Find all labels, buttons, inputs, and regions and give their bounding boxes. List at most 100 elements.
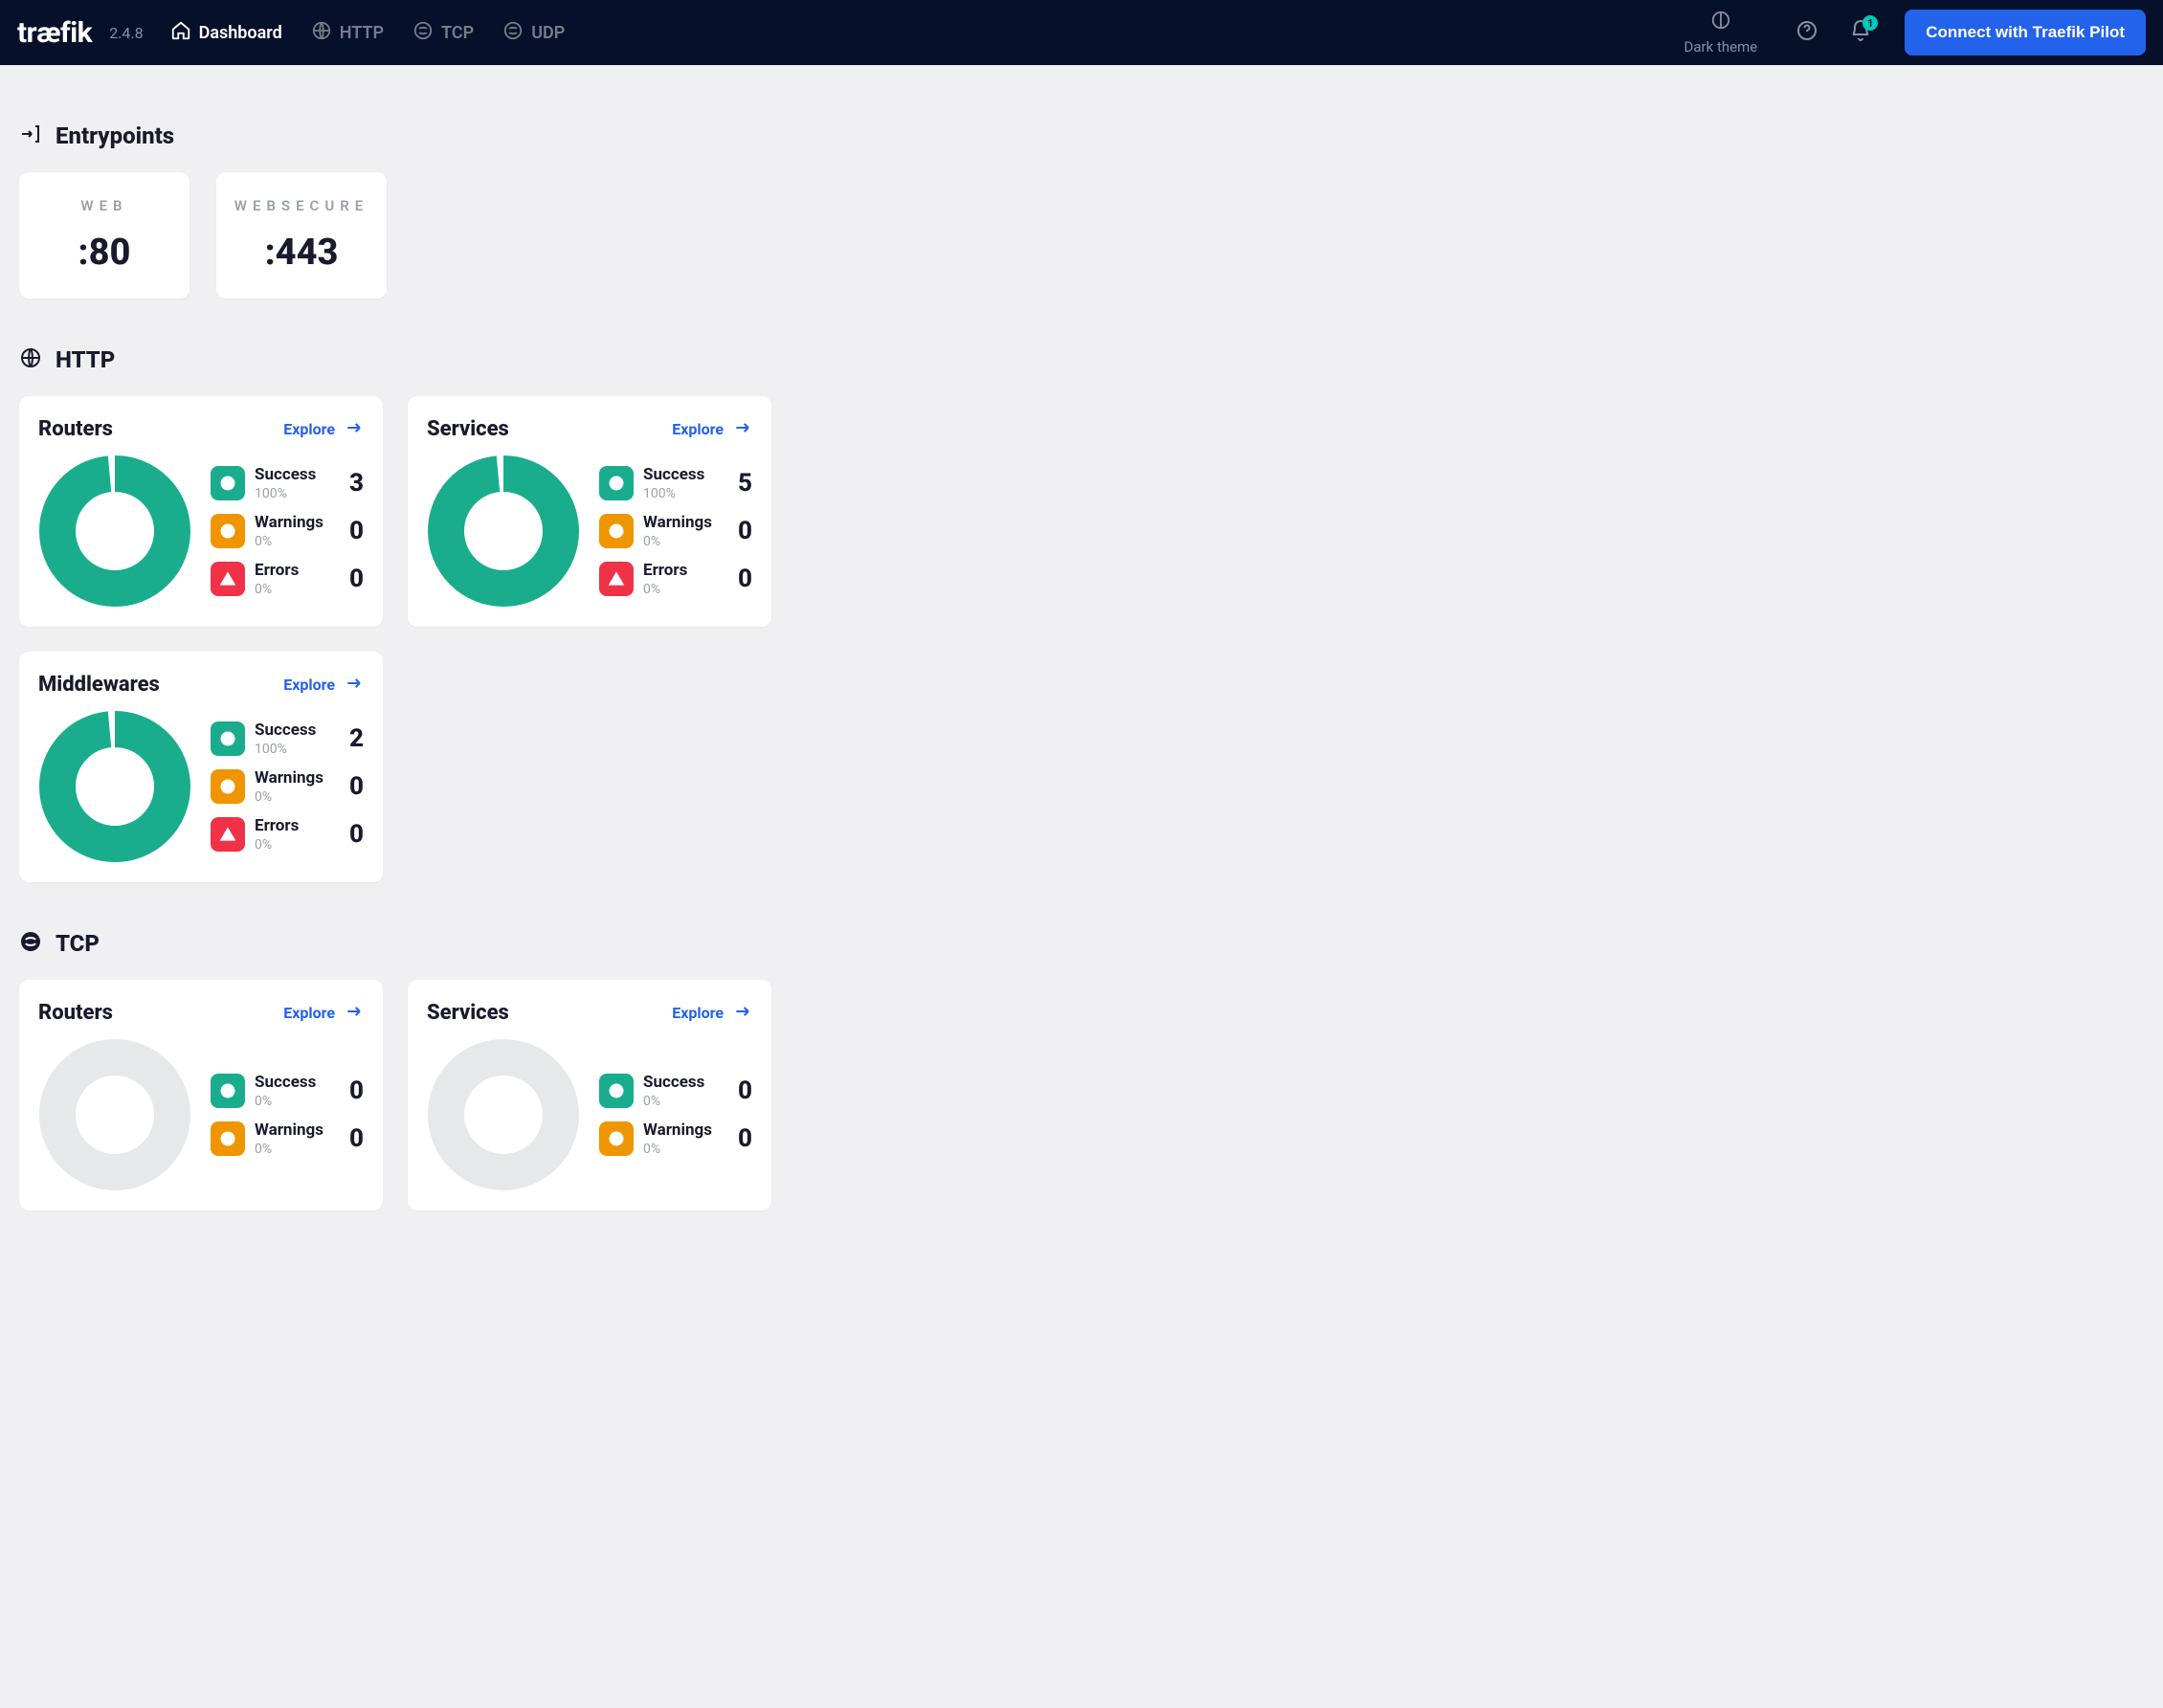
- stat-label: Success: [255, 465, 340, 484]
- help-button[interactable]: [1795, 19, 1818, 46]
- card-title: Middlewares: [38, 673, 160, 697]
- stats-card: Routers Explore Success 0% 0 Warnings 0%…: [19, 980, 383, 1210]
- version-label: 2.4.8: [109, 24, 143, 42]
- nav-http-label: HTTP: [340, 23, 384, 43]
- stat-row-errors: Errors 0% 0: [211, 561, 364, 597]
- nav-tcp[interactable]: TCP: [413, 20, 474, 46]
- stat-row-success: Success 100% 5: [599, 465, 752, 501]
- success-icon: [599, 1074, 634, 1108]
- errors-icon: [599, 562, 634, 596]
- arrow-right-icon: [345, 674, 364, 697]
- stat-label: Success: [643, 465, 728, 484]
- donut-chart: [38, 455, 191, 608]
- stat-label: Warnings: [255, 768, 340, 787]
- page-content: Entrypoints WEB :80 WEBSECURE :443 HTTP …: [0, 65, 1177, 1239]
- stat-row-success: Success 100% 2: [211, 721, 364, 757]
- donut-chart: [38, 1038, 191, 1191]
- stat-percent: 0%: [643, 1094, 728, 1109]
- stat-percent: 0%: [255, 534, 340, 549]
- explore-label: Explore: [283, 676, 335, 694]
- stat-percent: 0%: [643, 582, 728, 597]
- warnings-icon: [599, 1121, 634, 1156]
- nav-udp[interactable]: UDP: [502, 20, 565, 46]
- stat-count: 2: [349, 724, 364, 753]
- explore-link[interactable]: Explore: [283, 1002, 364, 1025]
- stat-row-success: Success 0% 0: [211, 1073, 364, 1109]
- stat-count: 0: [349, 1076, 364, 1105]
- stats-card: Services Explore Success 100% 5 Warnings…: [408, 396, 771, 627]
- tcp-cards-grid: Routers Explore Success 0% 0 Warnings 0%…: [19, 980, 1158, 1210]
- section-http-title: HTTP: [56, 346, 115, 373]
- entrypoint-port: :80: [78, 232, 131, 274]
- topbar: træfik 2.4.8 Dashboard HTTP TCP UDP: [0, 0, 2163, 65]
- explore-link[interactable]: Explore: [672, 1002, 752, 1025]
- theme-toggle[interactable]: Dark theme: [1684, 10, 1758, 55]
- stat-label: Errors: [255, 816, 340, 835]
- stat-row-warnings: Warnings 0% 0: [599, 1120, 752, 1157]
- stat-label: Warnings: [255, 513, 340, 532]
- stat-label: Success: [255, 1073, 340, 1092]
- stat-percent: 100%: [255, 486, 340, 501]
- entrypoint-card[interactable]: WEBSECURE :443: [216, 172, 387, 299]
- stats-card: Middlewares Explore Success 100% 2 Warni…: [19, 652, 383, 882]
- arrow-right-icon: [733, 418, 752, 441]
- stat-row-errors: Errors 0% 0: [599, 561, 752, 597]
- explore-link[interactable]: Explore: [672, 418, 752, 441]
- stat-count: 5: [738, 469, 752, 498]
- connect-pilot-button[interactable]: Connect with Traefik Pilot: [1905, 10, 2146, 55]
- card-title: Services: [427, 417, 509, 441]
- donut-chart: [427, 455, 580, 608]
- card-title: Routers: [38, 1001, 113, 1025]
- stat-row-success: Success 100% 3: [211, 465, 364, 501]
- explore-link[interactable]: Explore: [283, 418, 364, 441]
- stats-card: Services Explore Success 0% 0 Warnings 0…: [408, 980, 771, 1210]
- stat-count: 0: [349, 1124, 364, 1153]
- explore-label: Explore: [283, 1004, 335, 1022]
- entrypoint-card[interactable]: WEB :80: [19, 172, 190, 299]
- tcp-icon: [19, 930, 42, 957]
- help-icon: [1795, 28, 1818, 46]
- stat-label: Success: [255, 721, 340, 740]
- notification-badge: 1: [1862, 15, 1878, 31]
- entrypoint-name: WEB: [80, 197, 127, 214]
- stat-label: Errors: [255, 561, 340, 580]
- stat-count: 0: [349, 517, 364, 545]
- contrast-icon: [1710, 10, 1731, 38]
- udp-icon: [502, 20, 524, 46]
- card-title: Services: [427, 1001, 509, 1025]
- notifications-button[interactable]: 1: [1849, 19, 1872, 46]
- stat-row-warnings: Warnings 0% 0: [211, 768, 364, 805]
- nav-dashboard[interactable]: Dashboard: [170, 20, 282, 46]
- warnings-icon: [211, 514, 245, 548]
- nav-http[interactable]: HTTP: [311, 20, 384, 46]
- arrow-right-icon: [345, 418, 364, 441]
- stat-count: 0: [738, 1124, 752, 1153]
- stat-row-warnings: Warnings 0% 0: [599, 513, 752, 549]
- stat-percent: 0%: [643, 534, 728, 549]
- entrypoints-row: WEB :80 WEBSECURE :443: [19, 172, 1158, 299]
- donut-chart: [427, 1038, 580, 1191]
- arrow-right-icon: [345, 1002, 364, 1025]
- stat-percent: 0%: [255, 582, 340, 597]
- stat-row-warnings: Warnings 0% 0: [211, 1120, 364, 1157]
- success-icon: [211, 466, 245, 500]
- stat-row-warnings: Warnings 0% 0: [211, 513, 364, 549]
- explore-link[interactable]: Explore: [283, 674, 364, 697]
- stat-percent: 0%: [255, 837, 340, 853]
- section-entrypoints-head: Entrypoints: [19, 122, 1158, 149]
- theme-toggle-label: Dark theme: [1684, 38, 1758, 55]
- nav-tcp-label: TCP: [441, 23, 474, 43]
- stat-percent: 0%: [255, 1094, 340, 1109]
- stat-percent: 0%: [255, 789, 340, 805]
- warnings-icon: [211, 1121, 245, 1156]
- success-icon: [211, 721, 245, 756]
- brand-logo: træfik: [17, 16, 92, 50]
- stat-label: Warnings: [255, 1120, 340, 1140]
- errors-icon: [211, 817, 245, 852]
- stat-row-errors: Errors 0% 0: [211, 816, 364, 853]
- errors-icon: [211, 562, 245, 596]
- success-icon: [599, 466, 634, 500]
- stat-count: 0: [349, 820, 364, 849]
- stat-count: 0: [738, 517, 752, 545]
- explore-label: Explore: [672, 1004, 724, 1022]
